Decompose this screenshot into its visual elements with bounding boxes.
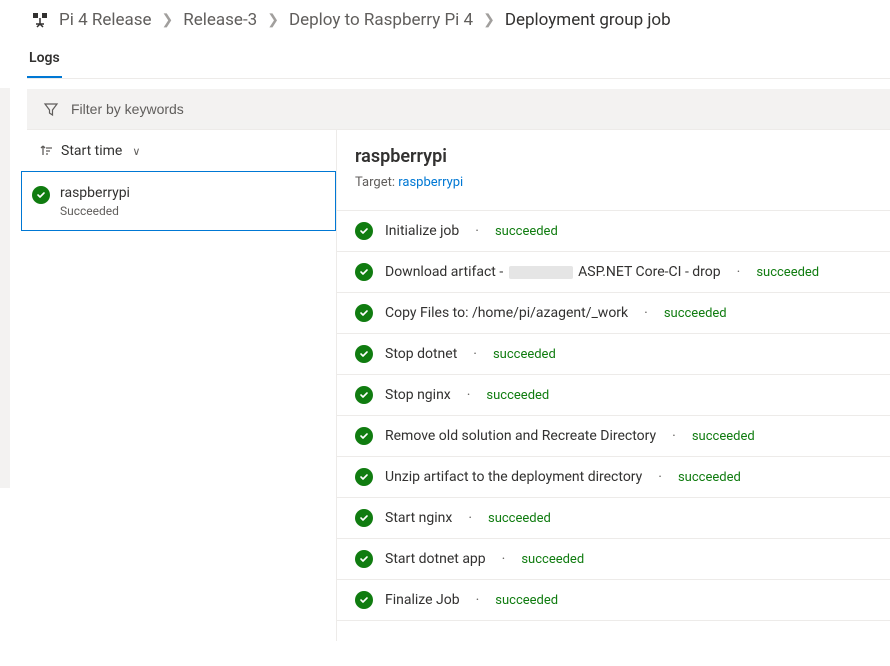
step-status: succeeded [678,470,741,485]
step-row[interactable]: Initialize job · succeeded [337,211,890,252]
separator-dot: · [472,592,484,608]
chevron-right-icon: ❯ [160,12,176,28]
success-icon [355,591,373,609]
detail-panel: raspberrypi Target: raspberrypi Initiali… [337,130,890,641]
separator-dot: · [498,551,510,567]
redacted-text [509,266,573,279]
sort-icon [39,144,53,158]
breadcrumb: Pi 4 Release ❯ Release-3 ❯ Deploy to Ras… [27,0,890,38]
step-status: succeeded [493,347,556,362]
step-name: Stop dotnet [385,346,457,362]
step-row[interactable]: Start dotnet app · succeeded [337,539,890,580]
breadcrumb-item-1[interactable]: Release-3 [183,10,257,30]
step-name: Download artifact - ASP.NET Core-CI - dr… [385,264,721,280]
chevron-right-icon: ❯ [265,12,281,28]
step-row[interactable]: Unzip artifact to the deployment directo… [337,457,890,498]
target-link[interactable]: raspberrypi [398,175,463,190]
step-name: Finalize Job [385,592,460,608]
separator-dot: · [640,305,652,321]
step-row[interactable]: Stop dotnet · succeeded [337,334,890,375]
step-row[interactable]: Start nginx · succeeded [337,498,890,539]
step-name: Unzip artifact to the deployment directo… [385,469,642,485]
step-name: Copy Files to: /home/pi/azagent/_work [385,305,628,321]
chevron-down-icon: ∨ [132,145,140,158]
step-name: Stop nginx [385,387,451,403]
target-name: raspberrypi [60,184,130,202]
separator-dot: · [469,346,481,362]
success-icon [355,304,373,322]
chevron-right-icon: ❯ [481,12,497,28]
separator-dot: · [668,428,680,444]
tabs: Logs [27,44,890,79]
breadcrumb-item-2[interactable]: Deploy to Raspberry Pi 4 [289,10,473,30]
step-row[interactable]: Finalize Job · succeeded [337,580,890,621]
step-status: succeeded [495,593,558,608]
steps-list: Initialize job · succeeded Download artifac… [337,210,890,621]
step-status: succeeded [488,511,551,526]
step-row[interactable]: Download artifact - ASP.NET Core-CI - dr… [337,252,890,293]
breadcrumb-item-0[interactable]: Pi 4 Release [59,10,152,30]
success-icon [355,263,373,281]
success-icon [32,186,50,204]
sort-label: Start time [61,143,122,159]
step-status: succeeded [756,265,819,280]
step-name: Remove old solution and Recreate Directo… [385,428,656,444]
step-status: succeeded [521,552,584,567]
separator-dot: · [464,510,476,526]
success-icon [355,222,373,240]
separator-dot: · [654,469,666,485]
separator-dot: · [733,264,745,280]
step-name: Initialize job [385,223,459,239]
success-icon [355,386,373,404]
detail-title: raspberrypi [355,146,872,167]
tab-logs[interactable]: Logs [27,44,62,78]
breadcrumb-item-3[interactable]: Deployment group job [505,10,671,30]
filter-icon [43,101,59,117]
step-name: Start dotnet app [385,551,486,567]
success-icon [355,550,373,568]
success-icon [355,427,373,445]
step-status: succeeded [664,306,727,321]
filter-input[interactable] [71,101,874,117]
target-status: Succeeded [60,204,130,218]
sort-button[interactable]: Start time ∨ [27,130,336,172]
success-icon [355,345,373,363]
step-row[interactable]: Stop nginx · succeeded [337,375,890,416]
left-scrollbar-gutter [0,88,10,488]
step-status: succeeded [495,224,558,239]
step-status: succeeded [692,429,755,444]
step-status: succeeded [486,388,549,403]
success-icon [355,468,373,486]
separator-dot: · [471,223,483,239]
target-row[interactable]: raspberrypi Succeeded [21,171,336,231]
targets-panel: Start time ∨ raspberrypi Succeeded [27,130,337,641]
target-label: Target: [355,175,395,190]
filter-bar[interactable] [27,89,890,130]
step-row[interactable]: Copy Files to: /home/pi/azagent/_work · su… [337,293,890,334]
step-name: Start nginx [385,510,452,526]
step-row[interactable]: Remove old solution and Recreate Directo… [337,416,890,457]
success-icon [355,509,373,527]
release-icon [31,11,49,29]
separator-dot: · [463,387,475,403]
